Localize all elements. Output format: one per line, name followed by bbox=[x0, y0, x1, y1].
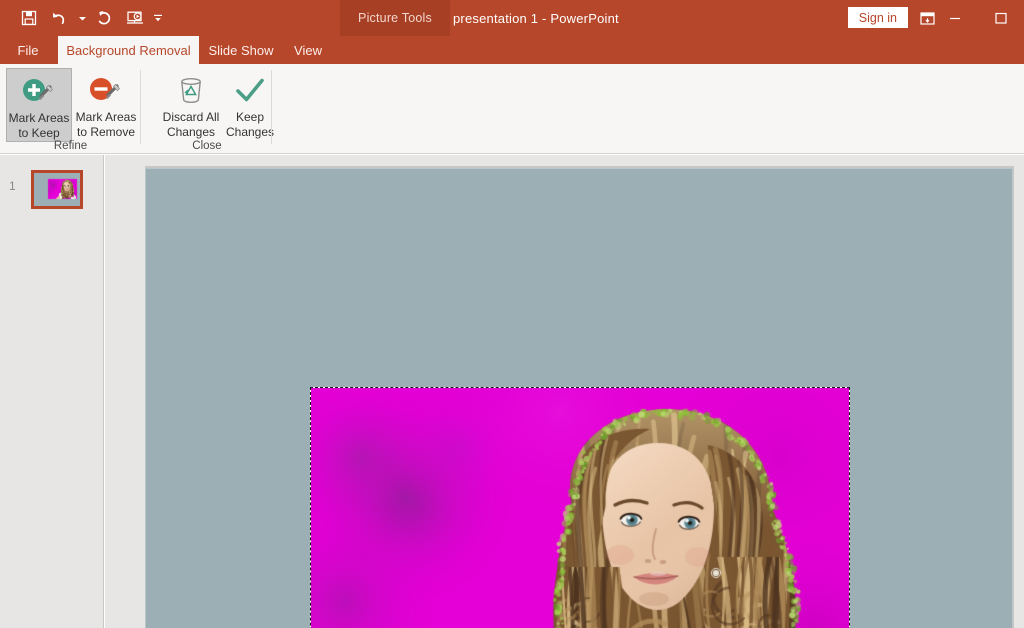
girl-portrait-image[interactable] bbox=[310, 387, 850, 628]
tab-background-removal[interactable]: Background Removal bbox=[58, 36, 199, 64]
ribbon-group-close: Discard All Changes Keep Changes Close bbox=[142, 64, 272, 154]
customize-quick-access-caret-icon[interactable] bbox=[150, 3, 166, 33]
list-item[interactable]: 1 bbox=[0, 168, 104, 218]
ribbon-tab-strip: File Background Removal Slide Show View … bbox=[0, 36, 1024, 64]
slide-editing-workspace bbox=[105, 155, 1024, 628]
mark-areas-to-remove-button[interactable]: Mark Areas to Remove bbox=[72, 68, 140, 140]
tab-file[interactable]: File bbox=[6, 36, 50, 64]
group-divider bbox=[140, 70, 141, 144]
start-from-beginning-icon[interactable] bbox=[120, 3, 150, 33]
slide-number: 1 bbox=[9, 179, 16, 193]
save-icon[interactable] bbox=[14, 3, 44, 33]
ribbon-group-refine-label: Refine bbox=[0, 140, 141, 152]
mark-remove-icon bbox=[84, 73, 128, 107]
mark-areas-to-keep-label: Mark Areas to Keep bbox=[9, 111, 70, 141]
slide-thumbnail-pane[interactable]: 1 bbox=[0, 155, 104, 628]
undo-dropdown-caret-icon[interactable] bbox=[74, 3, 90, 33]
mark-areas-to-keep-button[interactable]: Mark Areas to Keep bbox=[6, 68, 72, 142]
trash-recycle-icon bbox=[174, 73, 208, 107]
powerpoint-window: Picture Tools presentation 1 - PowerPoin… bbox=[0, 0, 1024, 628]
sign-in-button[interactable]: Sign in bbox=[848, 7, 908, 28]
minimize-icon[interactable] bbox=[932, 0, 978, 36]
ribbon-group-close-label: Close bbox=[142, 140, 272, 152]
picture-tools-label: Picture Tools bbox=[340, 0, 450, 36]
maximize-icon[interactable] bbox=[978, 0, 1024, 36]
redo-icon[interactable] bbox=[90, 3, 120, 33]
slide-thumbnail-preview bbox=[34, 173, 80, 206]
slide-canvas[interactable] bbox=[145, 168, 1013, 628]
keep-changes-label: Keep Changes bbox=[226, 110, 274, 140]
discard-all-changes-label: Discard All Changes bbox=[163, 110, 220, 140]
tab-view[interactable]: View bbox=[285, 36, 331, 64]
discard-all-changes-button[interactable]: Discard All Changes bbox=[158, 68, 224, 140]
keep-changes-button[interactable]: Keep Changes bbox=[226, 68, 274, 140]
checkmark-icon bbox=[233, 73, 267, 107]
slide-thumbnail[interactable] bbox=[31, 170, 83, 209]
undo-icon[interactable] bbox=[44, 3, 74, 33]
quick-access-toolbar bbox=[14, 0, 166, 36]
ribbon-group-refine: Mark Areas to Keep Mark Areas to Remove … bbox=[0, 64, 141, 154]
mark-keep-icon bbox=[17, 74, 61, 108]
mark-areas-to-remove-label: Mark Areas to Remove bbox=[76, 110, 137, 140]
picture-bitmap bbox=[310, 387, 850, 628]
tab-slide-show[interactable]: Slide Show bbox=[202, 36, 280, 64]
group-divider bbox=[271, 70, 272, 144]
title-bar: Picture Tools presentation 1 - PowerPoin… bbox=[0, 0, 1024, 36]
document-title: presentation 1 - PowerPoint bbox=[453, 0, 619, 36]
ribbon: Mark Areas to Keep Mark Areas to Remove … bbox=[0, 64, 1024, 154]
